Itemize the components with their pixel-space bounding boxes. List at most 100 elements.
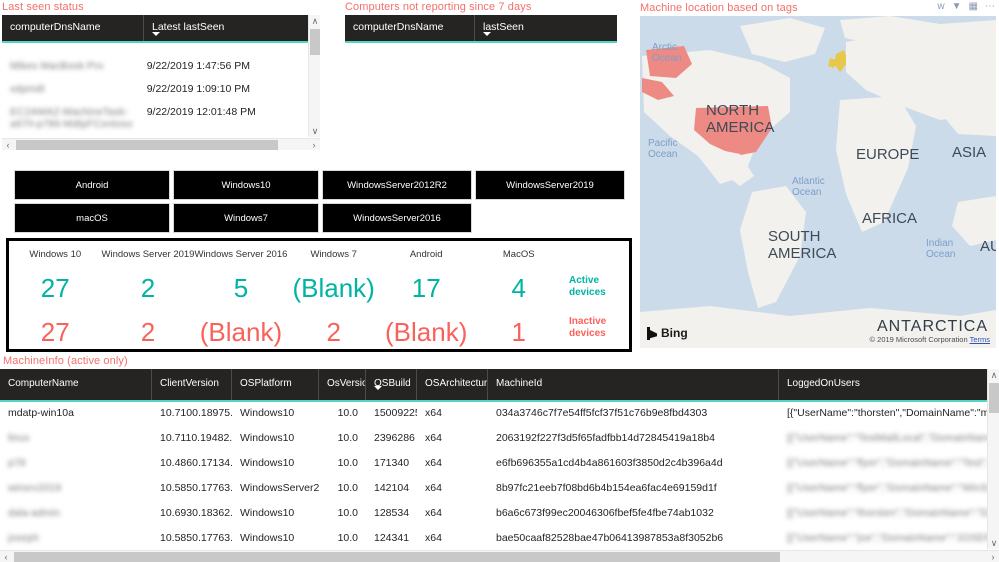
sort-descending-icon <box>152 32 160 36</box>
scrollbar-thumb[interactable] <box>989 383 999 413</box>
more-options-icon[interactable]: ⋯ <box>985 2 995 12</box>
column-header-clientversion[interactable]: ClientVersion <box>152 369 232 400</box>
info-icon[interactable]: w <box>937 2 944 12</box>
matrix-column-android: Android 17 (Blank) <box>380 244 473 349</box>
cell-computername: mdatp-win10a <box>0 401 152 425</box>
table-row[interactable]: winsrv2019 10.5850.17763.719 WindowsServ… <box>0 475 987 500</box>
column-header-osplatform[interactable]: OSPlatform <box>232 369 319 400</box>
column-header-osversion[interactable]: OsVersion <box>319 369 366 400</box>
focus-mode-icon[interactable]: ▦ <box>969 2 978 12</box>
slicer-button-macos[interactable]: macOS <box>14 203 170 233</box>
legend-active-devices: Active devices <box>569 266 606 308</box>
scroll-right-icon[interactable]: › <box>987 551 999 562</box>
slicer-button-windowsserver2012r2[interactable]: WindowsServer2012R2 <box>322 170 472 200</box>
slicer-button-windows10[interactable]: Windows10 <box>173 170 319 200</box>
matrix-column-windows-server-2016: Windows Server 2016 5 (Blank) <box>194 244 287 349</box>
last-seen-table-body: Mikes MacBook Pro 9/22/2019 1:47:56 PM s… <box>2 54 308 150</box>
cell-clientversion: 10.5850.17763.719 <box>152 526 232 550</box>
cell-osarchitecture: x64 <box>417 426 488 450</box>
scroll-right-icon[interactable]: › <box>308 139 320 151</box>
column-header-osbuild[interactable]: OSBuild <box>366 369 417 400</box>
scrollbar-thumb[interactable] <box>16 140 278 150</box>
slicer-button-windowsserver2019[interactable]: WindowsServer2019 <box>475 170 625 200</box>
column-header-latest-lastseen[interactable]: Latest lastSeen <box>144 15 320 41</box>
active-count-windows10: 27 <box>41 266 70 310</box>
map-label-pacific-ocean: PacificOcean <box>648 138 677 160</box>
table-row[interactable]: joseph 10.5850.17763.719 Windows10 10.0 … <box>0 525 987 550</box>
not-reporting-table: computerDnsName lastSeen <box>345 15 617 43</box>
column-header-computername[interactable]: ComputerName <box>0 369 152 400</box>
cell-osbuild: 142104 <box>366 476 417 500</box>
matrix-grid: Windows 10 27 27 Windows Server 2019 2 2… <box>9 241 629 349</box>
machineinfo-vertical-scrollbar[interactable]: ∧ ∨ <box>987 369 999 549</box>
column-header-computerdnsname[interactable]: computerDnsName <box>2 15 144 41</box>
active-count-windows7: (Blank) <box>292 266 374 310</box>
cell-osbuild: 128534 <box>366 501 417 525</box>
cell-osversion: 10.0 <box>319 401 366 425</box>
slicer-button-android[interactable]: Android <box>14 170 170 200</box>
map-label-australia: AU <box>980 238 996 255</box>
inactive-count-windows-server-2019: 2 <box>141 310 155 354</box>
table-row[interactable]: EC2AMAZ-MachineTask-a670-p786-MdtpFConto… <box>2 100 308 134</box>
cell-osplatform: Windows10 <box>232 426 319 450</box>
inactive-count-windows7: 2 <box>326 310 340 354</box>
slicer-button-windowsserver2016[interactable]: WindowsServer2016 <box>322 203 472 233</box>
slicer-button-windows7[interactable]: Windows7 <box>173 203 319 233</box>
scroll-down-icon[interactable]: ∨ <box>309 125 321 137</box>
column-header-loggedonusers[interactable]: LoggedOnUsers <box>779 369 987 400</box>
table-row[interactable]: sdpmdt 9/22/2019 1:09:10 PM <box>2 77 308 100</box>
inactive-count-windows10: 27 <box>41 310 70 354</box>
column-header-computerdnsname[interactable]: computerDnsName <box>345 15 475 41</box>
cell-loggedonusers: [{"UserName":"TestMailLocal","DomainName… <box>779 426 987 450</box>
cell-osversion: 10.0 <box>319 426 366 450</box>
filter-icon[interactable]: ▼ <box>952 2 962 12</box>
cell-osbuild: 2396286 <box>366 426 417 450</box>
map-label-atlantic-ocean: AtlanticOcean <box>792 176 825 198</box>
map-terms-link[interactable]: Terms <box>970 335 990 344</box>
cell-osversion: 10.0 <box>319 476 366 500</box>
scroll-left-icon[interactable]: ‹ <box>0 551 12 562</box>
cell-computer-name: Mikes MacBook Pro <box>2 54 139 78</box>
matrix-column-windows7: Windows 7 (Blank) 2 <box>287 244 380 349</box>
map-canvas[interactable]: ArcticOcean NORTHAMERICA PacificOcean At… <box>640 16 996 348</box>
scroll-left-icon[interactable]: ‹ <box>2 139 14 151</box>
active-count-macos: 4 <box>512 266 526 310</box>
column-header-machineid[interactable]: MachineId <box>488 369 779 400</box>
table-row[interactable]: Mikes MacBook Pro 9/22/2019 1:47:56 PM <box>2 54 308 77</box>
scroll-down-icon[interactable]: ∨ <box>988 537 999 549</box>
last-seen-horizontal-scrollbar[interactable]: ‹ › <box>2 138 320 150</box>
visual-computers-not-reporting: Computers not reporting since 7 days com… <box>343 0 618 50</box>
scrollbar-thumb[interactable] <box>310 29 320 55</box>
bing-logo[interactable]: Bing <box>647 326 688 340</box>
visual-title-map: Machine location based on tags <box>640 2 798 14</box>
bing-logo-label: Bing <box>661 326 688 340</box>
table-row[interactable]: mdatp-win10a 10.7100.18975.1000 Windows1… <box>0 400 987 425</box>
active-count-android: 17 <box>412 266 441 310</box>
table-row[interactable]: p78 10.4860.17134.950 Windows10 10.0 171… <box>0 450 987 475</box>
visual-machineinfo-table: MachineInfo (active only) ComputerName C… <box>0 355 999 562</box>
column-header-osarchitecture[interactable]: OSArchitecture <box>417 369 488 400</box>
os-platform-slicer: Android Windows10 WindowsServer2012R2 Wi… <box>14 170 628 235</box>
visual-machine-location-map: Machine location based on tags w ▼ ▦ ⋯ <box>637 0 999 352</box>
inactive-count-windows-server-2016: (Blank) <box>200 310 282 354</box>
cell-last-seen: 9/22/2019 1:09:10 PM <box>139 77 308 101</box>
table-row[interactable]: linux 10.7110.19482.1000 Windows10 10.0 … <box>0 425 987 450</box>
device-count-matrix: Windows 10 27 27 Windows Server 2019 2 2… <box>6 238 632 352</box>
last-seen-vertical-scrollbar[interactable]: ∧ ∨ <box>308 15 320 137</box>
os-slicer-row-1: Android Windows10 WindowsServer2012R2 Wi… <box>14 170 628 200</box>
active-count-windows-server-2016: 5 <box>234 266 248 310</box>
cell-computername: winsrv2019 <box>0 476 152 500</box>
cell-machineid: bae50caaf82528bae47b06413987853a8f3052b6 <box>488 526 779 550</box>
scroll-up-icon[interactable]: ∧ <box>309 15 321 27</box>
matrix-column-header: Windows Server 2019 <box>102 244 195 266</box>
map-label-south-america: SOUTHAMERICA <box>768 228 836 262</box>
cell-osplatform: Windows10 <box>232 451 319 475</box>
column-header-lastseen[interactable]: lastSeen <box>475 15 617 41</box>
machineinfo-table: ComputerName ClientVersion OSPlatform Os… <box>0 369 999 562</box>
scrollbar-thumb[interactable] <box>14 552 780 562</box>
machineinfo-horizontal-scrollbar[interactable]: ‹ › <box>0 550 999 562</box>
scroll-up-icon[interactable]: ∧ <box>988 369 999 381</box>
report-page: Last seen status computerDnsName Latest … <box>0 0 999 562</box>
table-row[interactable]: dala-admin 10.6930.18362.329 Windows10 1… <box>0 500 987 525</box>
cell-clientversion: 10.6930.18362.329 <box>152 501 232 525</box>
